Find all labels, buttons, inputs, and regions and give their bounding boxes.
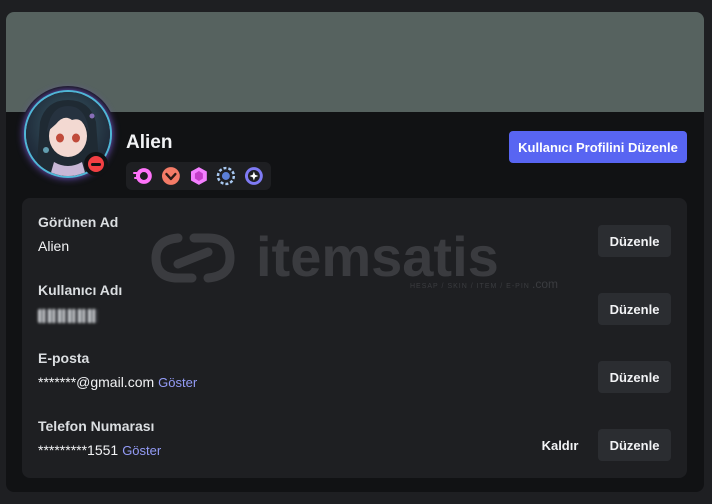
user-profile-card: Alien Kullanıcı Profilini Düzenle itemsa… (6, 12, 704, 492)
reveal-phone-link[interactable]: Göster (122, 443, 161, 458)
profile-display-name: Alien (126, 132, 173, 153)
field-display-name: Görünen Ad Alien Düzenle (38, 214, 671, 266)
edit-user-profile-button[interactable]: Kullanıcı Profilini Düzenle (509, 131, 687, 163)
field-username: Kullanıcı Adı Düzenle (38, 282, 671, 334)
email-masked-value: *******@gmail.com (38, 374, 155, 390)
boost-level-icon[interactable] (160, 165, 182, 187)
redacted-username (38, 309, 98, 323)
badge-list (126, 162, 271, 190)
edit-email-button[interactable]: Düzenle (598, 361, 671, 393)
nitro-icon[interactable] (132, 165, 154, 187)
phone-masked-value: *********1551 (38, 442, 119, 458)
quest-icon[interactable] (243, 165, 265, 187)
edit-phone-button[interactable]: Düzenle (598, 429, 671, 461)
field-value: *********1551 Göster (38, 442, 161, 458)
edit-username-button[interactable]: Düzenle (598, 293, 671, 325)
profile-banner (6, 12, 704, 112)
remove-phone-button[interactable]: Kaldır (535, 429, 585, 461)
field-label: Görünen Ad (38, 214, 119, 230)
field-label: Kullanıcı Adı (38, 282, 123, 298)
do-not-disturb-icon (88, 156, 104, 172)
edit-display-name-button[interactable]: Düzenle (598, 225, 671, 257)
field-value: Alien (38, 238, 70, 254)
account-fields-panel: itemsatis HESAP / SKIN / ITEM / E-PIN .c… (22, 198, 687, 478)
status-indicator (84, 152, 108, 176)
field-phone: Telefon Numarası *********1551 Göster Kal… (38, 418, 671, 470)
reveal-email-link[interactable]: Göster (158, 375, 197, 390)
field-label: Telefon Numarası (38, 418, 155, 434)
field-value (38, 306, 98, 326)
boost-gem-icon[interactable] (215, 165, 237, 187)
field-value: *******@gmail.com Göster (38, 374, 197, 390)
field-email: E-posta *******@gmail.com Göster Düzenle (38, 350, 671, 402)
hypesquad-icon[interactable] (188, 165, 210, 187)
field-label: E-posta (38, 350, 90, 366)
